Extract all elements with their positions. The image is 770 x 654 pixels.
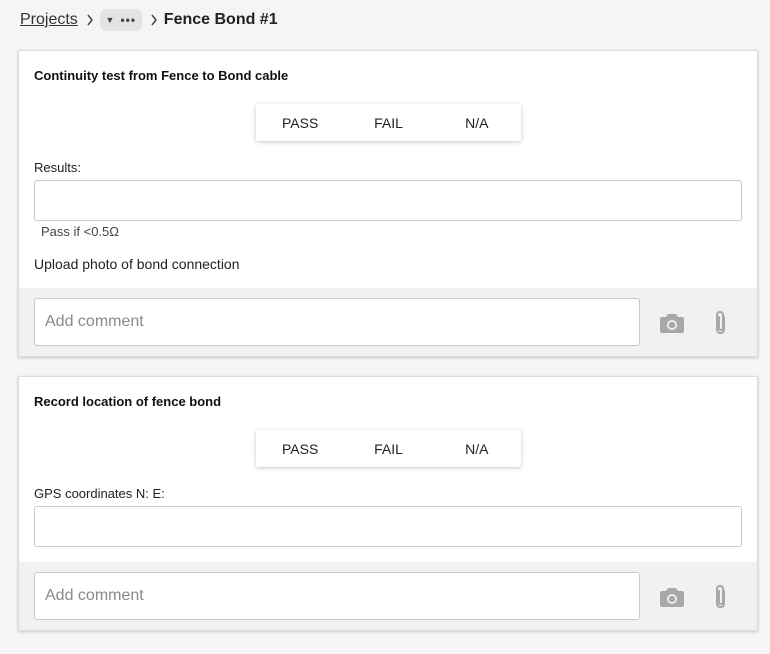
comment-bar [19, 562, 757, 630]
attach-button[interactable] [707, 584, 735, 610]
card-title: Continuity test from Fence to Bond cable [34, 68, 289, 83]
result-toggle-group: PASS FAIL N/A [256, 104, 521, 141]
ellipsis-icon: ••• [120, 13, 137, 27]
na-button[interactable]: N/A [433, 104, 521, 141]
na-button[interactable]: N/A [433, 430, 521, 467]
checklist-card-location: Record location of fence bond PASS FAIL … [18, 376, 758, 631]
results-label: Results: [34, 160, 81, 175]
gps-label: GPS coordinates N: E: [34, 486, 165, 501]
paperclip-icon [716, 584, 725, 609]
breadcrumb-projects-link[interactable]: Projects [20, 11, 78, 29]
results-hint: Pass if <0.5Ω [41, 224, 120, 239]
breadcrumb-current: Fence Bond #1 [163, 11, 278, 28]
checklist-card-continuity: Continuity test from Fence to Bond cable… [18, 50, 758, 357]
breadcrumb: Projects ▼ ••• Fence Bond #1 [20, 8, 278, 32]
comment-input[interactable] [34, 298, 640, 346]
camera-icon [660, 314, 684, 333]
result-toggle-group: PASS FAIL N/A [256, 430, 521, 467]
camera-button[interactable] [658, 310, 686, 336]
fail-button[interactable]: FAIL [344, 104, 432, 141]
paperclip-icon [716, 310, 725, 335]
chevron-right-icon [150, 14, 158, 26]
chevron-right-icon [86, 14, 94, 26]
attach-button[interactable] [707, 310, 735, 336]
gps-input[interactable] [34, 506, 742, 547]
comment-bar [19, 288, 757, 356]
camera-icon [660, 588, 684, 607]
card-title: Record location of fence bond [34, 394, 222, 409]
upload-photo-label: Upload photo of bond connection [34, 256, 240, 272]
camera-button[interactable] [658, 584, 686, 610]
results-input[interactable] [34, 180, 742, 221]
caret-down-icon: ▼ [105, 15, 115, 25]
comment-input[interactable] [34, 572, 640, 620]
fail-button[interactable]: FAIL [344, 430, 432, 467]
breadcrumb-more-button[interactable]: ▼ ••• [99, 9, 142, 31]
pass-button[interactable]: PASS [256, 104, 344, 141]
pass-button[interactable]: PASS [256, 430, 344, 467]
